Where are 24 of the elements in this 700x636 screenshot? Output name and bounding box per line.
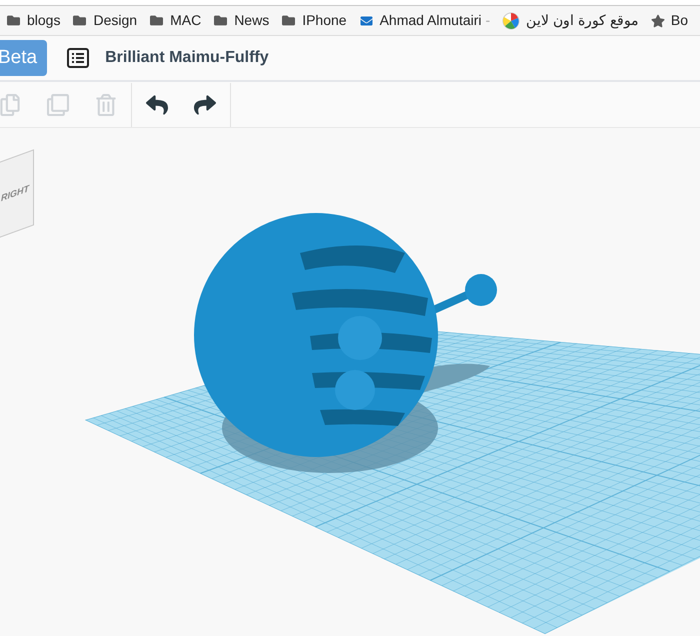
folder-icon	[72, 14, 88, 27]
envelope-icon	[358, 14, 374, 26]
trash-icon	[95, 94, 117, 116]
bookmark[interactable]: موقع كورة اون لاين	[502, 10, 639, 31]
duplicate-icon	[47, 94, 69, 116]
cube-face-label: RIGHT	[0, 182, 29, 206]
bookmark[interactable]: Ahmad Almutairi -	[358, 10, 490, 31]
folder-icon	[149, 14, 164, 27]
design-title[interactable]: Brilliant Maimu-Fulffy	[105, 46, 269, 70]
folder-icon	[281, 14, 296, 27]
folder-icon	[213, 14, 228, 27]
copy-icon	[0, 94, 21, 116]
list-icon[interactable]	[67, 48, 90, 68]
bookmark[interactable]: blogs	[6, 10, 60, 31]
bookmark[interactable]: IPhone	[281, 10, 347, 31]
bookmark[interactable]: MAC	[149, 10, 202, 31]
bookmark[interactable]: Bo	[650, 10, 688, 31]
bookmark[interactable]: News	[213, 10, 270, 31]
redo-arrow-icon	[194, 94, 216, 116]
folder-icon	[6, 14, 21, 27]
bookmark[interactable]: Design	[72, 10, 138, 31]
undo-arrow-icon	[146, 94, 168, 116]
star-icon	[650, 14, 665, 28]
beach-ball-icon	[502, 12, 520, 30]
